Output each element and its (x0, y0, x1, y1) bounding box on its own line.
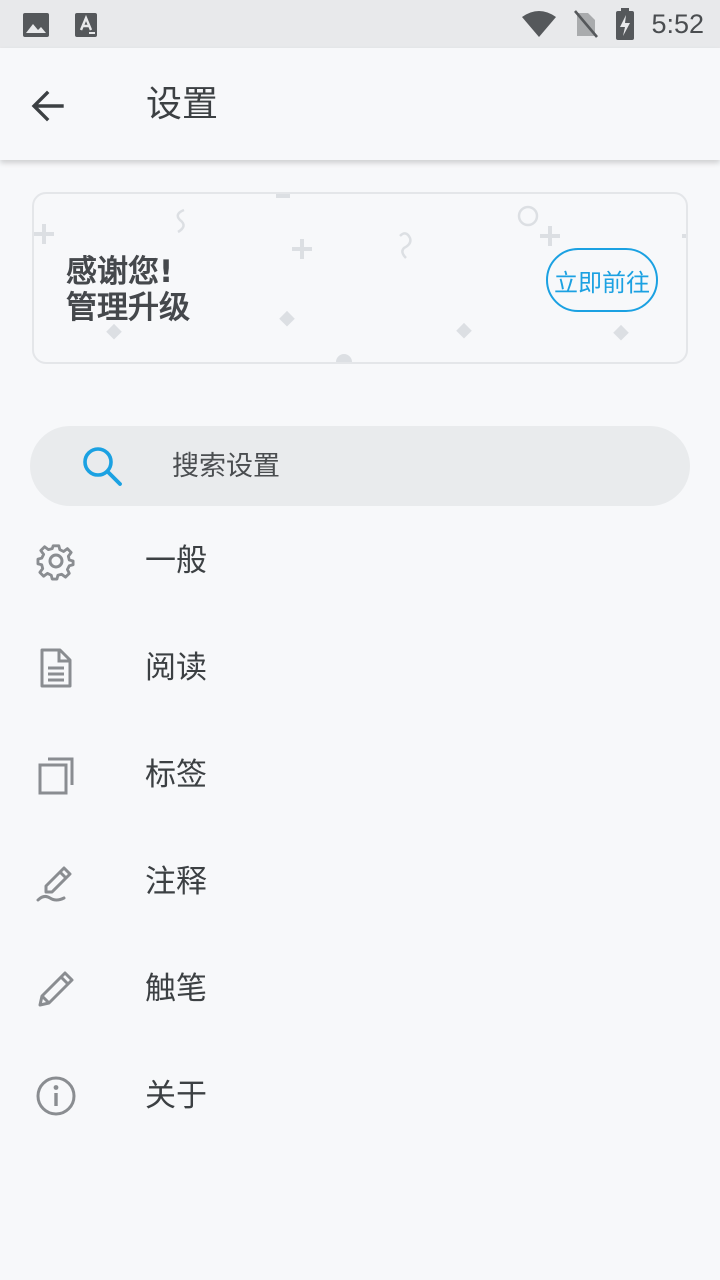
menu-item-label: 一般 (145, 543, 207, 579)
menu-item-label: 注释 (145, 864, 207, 900)
settings-menu: 一般 阅读 标签 注释 触笔 关于 (0, 506, 720, 1148)
settings-search-bar[interactable] (30, 426, 690, 506)
battery-charging-icon (616, 8, 635, 40)
pencil-icon (38, 971, 74, 1007)
image-icon (23, 13, 49, 37)
menu-item-label: 关于 (145, 1078, 207, 1114)
arrow-left-icon (31, 90, 64, 122)
back-button[interactable] (22, 80, 74, 132)
menu-item-about[interactable]: 关于 (0, 1041, 720, 1148)
search-icon (83, 447, 122, 486)
document-icon (40, 648, 72, 688)
menu-item-tabs[interactable]: 标签 (0, 720, 720, 827)
annotate-pen-icon (36, 866, 72, 902)
menu-item-label: 触笔 (145, 971, 207, 1007)
status-bar: 5:52 (0, 0, 720, 48)
status-system: 5:52 (521, 0, 704, 48)
wifi-icon (522, 11, 557, 37)
clock: 5:52 (651, 8, 704, 39)
menu-item-annotations[interactable]: 注释 (0, 827, 720, 934)
app-bar: 设置 (0, 48, 720, 160)
upgrade-promo-card: 感谢您! 管理升级 立即前往 (32, 192, 688, 364)
no-sim-icon (574, 10, 599, 38)
go-now-button[interactable]: 立即前往 (546, 248, 658, 312)
tabs-icon (38, 757, 74, 795)
gear-icon (36, 544, 75, 581)
page-title: 设置 (146, 84, 219, 125)
menu-item-label: 标签 (145, 757, 207, 793)
search-input[interactable] (172, 426, 652, 506)
menu-item-reading[interactable]: 阅读 (0, 613, 720, 720)
menu-item-stylus[interactable]: 触笔 (0, 934, 720, 1041)
status-notifications (22, 12, 98, 38)
menu-item-general[interactable]: 一般 (0, 506, 720, 613)
menu-item-label: 阅读 (145, 650, 207, 686)
text-a-icon (75, 13, 97, 37)
promo-upgrade-text: 管理升级 (66, 290, 190, 326)
info-icon (36, 1076, 76, 1116)
